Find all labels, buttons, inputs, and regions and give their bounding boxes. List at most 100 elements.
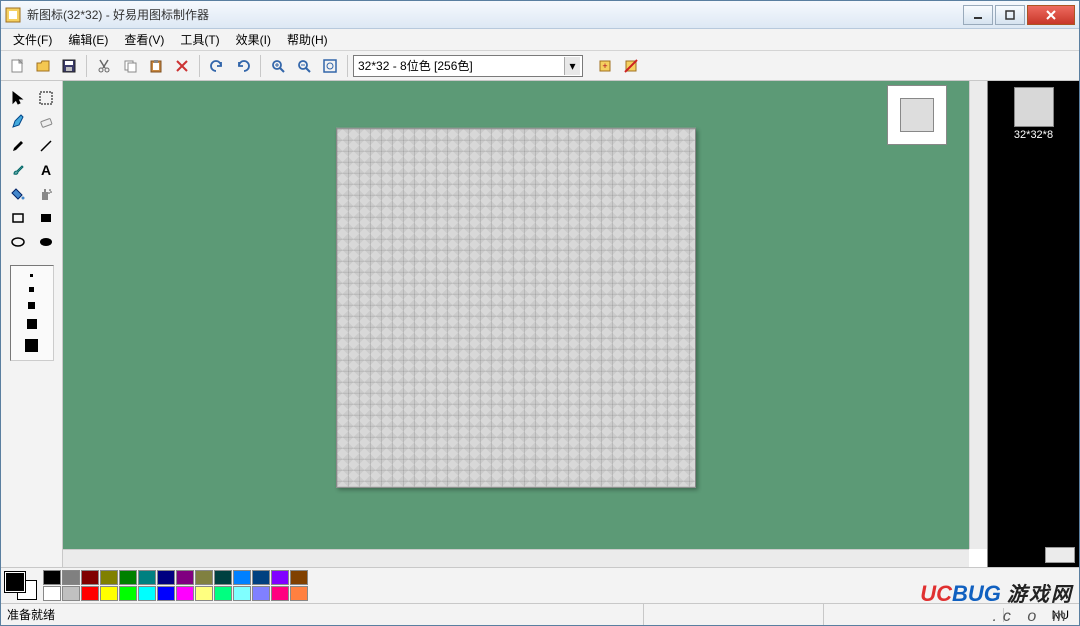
paste-button[interactable]: [144, 54, 168, 78]
format-label: 32*32*8: [1014, 129, 1053, 141]
palette-color-6[interactable]: [157, 570, 175, 585]
palette-color-22[interactable]: [195, 586, 213, 601]
palette-color-25[interactable]: [252, 586, 270, 601]
palette-color-26[interactable]: [271, 586, 289, 601]
formats-panel: 32*32*8: [987, 81, 1079, 567]
fg-bg-colors[interactable]: [5, 572, 37, 600]
fg-color-swatch[interactable]: [5, 572, 25, 592]
zoom-out-button[interactable]: [292, 54, 316, 78]
statusbar: 准备就绪 NU .c o m: [1, 603, 1079, 625]
brush-size-4[interactable]: [27, 319, 37, 329]
eraser-tool[interactable]: [33, 111, 59, 133]
zoom-fit-button[interactable]: [318, 54, 342, 78]
save-button[interactable]: [57, 54, 81, 78]
zoom-in-button[interactable]: [266, 54, 290, 78]
undo-button[interactable]: [205, 54, 229, 78]
ellipse-fill-tool[interactable]: [33, 231, 59, 253]
remove-format-button[interactable]: [619, 54, 643, 78]
palette-color-1[interactable]: [62, 570, 80, 585]
color-palette: [43, 570, 308, 601]
new-button[interactable]: [5, 54, 29, 78]
palette-color-5[interactable]: [138, 570, 156, 585]
minimize-button[interactable]: [963, 5, 993, 25]
workspace: A: [1, 81, 1079, 567]
add-format-button[interactable]: +: [593, 54, 617, 78]
menu-help[interactable]: 帮助(H): [279, 29, 336, 50]
rect-select-tool[interactable]: [33, 87, 59, 109]
canvas-area: [63, 81, 987, 567]
brush-size-5[interactable]: [25, 339, 38, 352]
maximize-button[interactable]: [995, 5, 1025, 25]
menu-tools[interactable]: 工具(T): [172, 29, 227, 50]
palette-color-11[interactable]: [252, 570, 270, 585]
preview-swatch: [900, 98, 934, 132]
dropdown-arrow-icon: ▾: [564, 57, 580, 75]
palette-color-24[interactable]: [233, 586, 251, 601]
palette-color-12[interactable]: [271, 570, 289, 585]
redo-button[interactable]: [231, 54, 255, 78]
spray-tool[interactable]: [33, 183, 59, 205]
palette-color-23[interactable]: [214, 586, 232, 601]
panel-scrollbar[interactable]: [1045, 547, 1075, 563]
menubar: 文件(F) 编辑(E) 查看(V) 工具(T) 效果(I) 帮助(H): [1, 29, 1079, 51]
menu-view[interactable]: 查看(V): [116, 29, 172, 50]
rect-outline-tool[interactable]: [5, 207, 31, 229]
app-window: 新图标(32*32) - 好易用图标制作器 文件(F) 编辑(E) 查看(V) …: [0, 0, 1080, 626]
brush-size-2[interactable]: [29, 287, 34, 292]
separator: [199, 55, 200, 77]
menu-file[interactable]: 文件(F): [5, 29, 60, 50]
line-tool[interactable]: [33, 135, 59, 157]
palette-color-21[interactable]: [176, 586, 194, 601]
palette-color-10[interactable]: [233, 570, 251, 585]
copy-button[interactable]: [118, 54, 142, 78]
pointer-tool[interactable]: [5, 87, 31, 109]
brush-size-1[interactable]: [30, 274, 33, 277]
palette-color-3[interactable]: [100, 570, 118, 585]
palette-color-13[interactable]: [290, 570, 308, 585]
fill-tool[interactable]: [5, 183, 31, 205]
close-button[interactable]: [1027, 5, 1075, 25]
separator: [86, 55, 87, 77]
palette-color-4[interactable]: [119, 570, 137, 585]
rect-fill-tool[interactable]: [33, 207, 59, 229]
canvas-background: [63, 81, 969, 549]
text-tool[interactable]: A: [33, 159, 59, 181]
status-text: 准备就绪: [7, 606, 643, 623]
pencil-tool[interactable]: [5, 135, 31, 157]
palette-color-16[interactable]: [81, 586, 99, 601]
status-indicator: NU .c o m: [1003, 608, 1073, 622]
status-cell-1: [643, 604, 823, 625]
eyedropper-tool[interactable]: [5, 111, 31, 133]
ellipse-outline-tool[interactable]: [5, 231, 31, 253]
palette-color-7[interactable]: [176, 570, 194, 585]
menu-effects[interactable]: 效果(I): [228, 29, 279, 50]
delete-button[interactable]: [170, 54, 194, 78]
menu-edit[interactable]: 编辑(E): [60, 29, 116, 50]
palette-bar: UCBUG 游戏网: [1, 567, 1079, 603]
format-thumbnail[interactable]: [1014, 87, 1054, 127]
icon-canvas[interactable]: [336, 128, 696, 488]
palette-color-8[interactable]: [195, 570, 213, 585]
tool-panel: A: [1, 81, 63, 567]
palette-color-2[interactable]: [81, 570, 99, 585]
palette-color-14[interactable]: [43, 586, 61, 601]
cut-button[interactable]: [92, 54, 116, 78]
svg-text:+: +: [602, 61, 607, 71]
window-title: 新图标(32*32) - 好易用图标制作器: [27, 6, 963, 23]
brush-tool[interactable]: [5, 159, 31, 181]
brush-size-3[interactable]: [28, 302, 35, 309]
palette-color-0[interactable]: [43, 570, 61, 585]
palette-color-20[interactable]: [157, 586, 175, 601]
dropdown-value: 32*32 - 8位色 [256色]: [358, 57, 473, 74]
size-format-dropdown[interactable]: 32*32 - 8位色 [256色] ▾: [353, 55, 583, 77]
palette-color-17[interactable]: [100, 586, 118, 601]
app-icon: [5, 7, 21, 23]
palette-color-18[interactable]: [119, 586, 137, 601]
palette-color-15[interactable]: [62, 586, 80, 601]
horizontal-scrollbar[interactable]: [63, 549, 969, 567]
palette-color-19[interactable]: [138, 586, 156, 601]
open-button[interactable]: [31, 54, 55, 78]
vertical-scrollbar[interactable]: [969, 81, 987, 549]
palette-color-27[interactable]: [290, 586, 308, 601]
palette-color-9[interactable]: [214, 570, 232, 585]
